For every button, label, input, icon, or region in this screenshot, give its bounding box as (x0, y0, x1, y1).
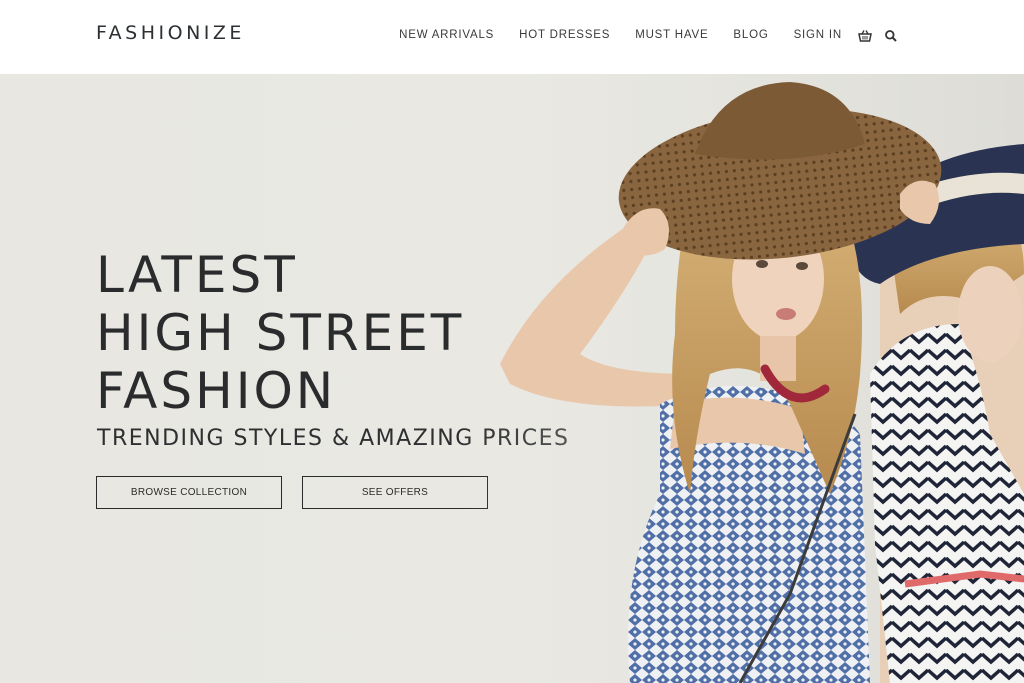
hero-title-line-1: LATEST (96, 246, 298, 304)
browse-collection-button[interactable]: BROWSE COLLECTION (96, 476, 282, 509)
hero-models-photo (460, 74, 1024, 683)
site-header: FASHIONIZE NEW ARRIVALS HOT DRESSES MUST… (0, 0, 1024, 74)
main-nav: NEW ARRIVALS HOT DRESSES MUST HAVE BLOG … (374, 28, 898, 42)
nav-sign-in[interactable]: SIGN IN (794, 29, 842, 41)
site-logo[interactable]: FASHIONIZE (96, 22, 245, 44)
hero-title: LATEST HIGH STREET FASHION (96, 246, 464, 420)
nav-blog[interactable]: BLOG (733, 29, 768, 41)
nav-new-arrivals[interactable]: NEW ARRIVALS (399, 29, 494, 41)
search-icon[interactable] (884, 28, 898, 42)
nav-hot-dresses[interactable]: HOT DRESSES (519, 29, 610, 41)
hero-title-line-3: FASHION (96, 362, 337, 420)
basket-icon[interactable] (858, 28, 872, 42)
nav-must-have[interactable]: MUST HAVE (635, 29, 708, 41)
hero-title-line-2: HIGH STREET (96, 304, 465, 362)
hero-banner: LATEST HIGH STREET FASHION TRENDING STYL… (0, 74, 1024, 683)
